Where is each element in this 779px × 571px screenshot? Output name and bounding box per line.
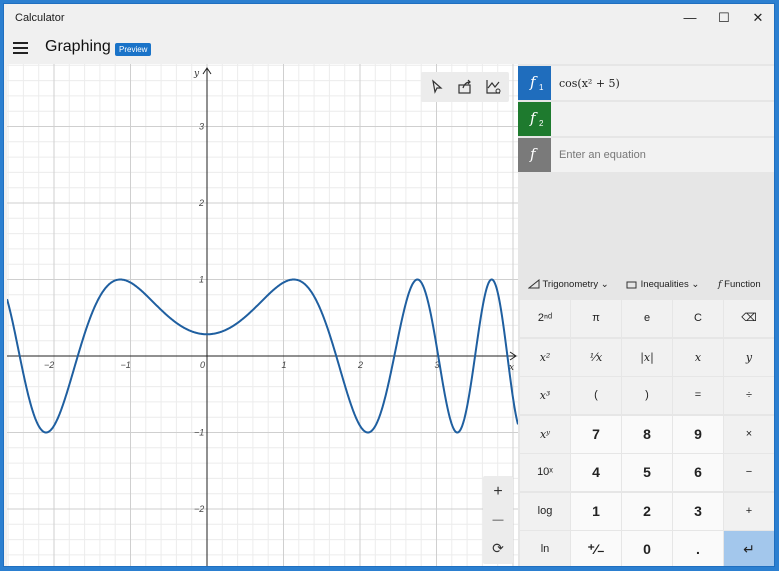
key-x[interactable]: x [673, 338, 723, 376]
key-equals[interactable]: = [673, 377, 723, 414]
key-second[interactable]: 2ⁿᵈ [520, 300, 570, 337]
key-2[interactable]: 2 [622, 492, 672, 530]
page-title: Graphing [45, 38, 111, 55]
select-pointer-icon[interactable] [425, 76, 449, 98]
equation-input[interactable]: Enter an equation [559, 149, 646, 161]
trigonometry-dropdown[interactable]: Trigonometry ⌄ [527, 279, 609, 290]
maximize-button[interactable]: ☐ [707, 4, 741, 32]
key-reciprocal[interactable]: ¹⁄x [571, 338, 621, 376]
function-index: 1 [539, 83, 544, 92]
dropdown-label: Function [724, 279, 761, 290]
function-dropdown[interactable]: f Function [718, 279, 761, 290]
equation-text[interactable]: cos(x² + 5) [559, 77, 620, 90]
key-open-paren[interactable]: ( [571, 377, 621, 414]
function-symbol: f [530, 145, 536, 163]
function-index: 2 [539, 119, 544, 128]
app-header: Graphing Preview [4, 32, 774, 64]
key-backspace[interactable]: ⌫ [724, 300, 774, 337]
key-ln[interactable]: ln [520, 531, 570, 566]
x-tick-label: −1 [121, 360, 131, 370]
key-y[interactable]: y [724, 338, 774, 376]
key-6[interactable]: 6 [673, 454, 723, 491]
function-color-chip[interactable]: f 2 [518, 102, 551, 136]
key-plus[interactable]: + [724, 492, 774, 530]
key-9[interactable]: 9 [673, 415, 723, 453]
zoom-in-button[interactable]: + [483, 478, 513, 506]
key-4[interactable]: 4 [571, 454, 621, 491]
dropdown-label: Inequalities [640, 279, 689, 290]
hamburger-menu-icon[interactable] [13, 42, 28, 54]
calculator-window: Calculator — ☐ ✕ Graphing Preview x y −2 −1… [3, 3, 775, 567]
inequality-icon [626, 281, 637, 289]
key-minus[interactable]: − [724, 454, 774, 491]
graph-options-icon[interactable] [481, 76, 505, 98]
x-tick-label: −2 [44, 360, 54, 370]
key-e[interactable]: e [622, 300, 672, 337]
y-tick-label: 3 [199, 122, 204, 132]
keypad: 2ⁿᵈ π e C ⌫ x² ¹⁄x |x| x y x³() = ÷ xʸ 7 8 9 × 10ˣ 4 5 6− log 1… [520, 300, 774, 566]
equation-panel: f 1 cos(x² + 5) f 2 f Enter an equation … [518, 64, 774, 566]
key-divide[interactable]: ÷ [724, 377, 774, 414]
equation-row-2[interactable]: f 2 [518, 102, 774, 136]
x-tick-label: 1 [282, 360, 287, 370]
y-tick-label: −1 [194, 428, 204, 438]
close-button[interactable]: ✕ [741, 4, 774, 32]
key-ten-power[interactable]: 10ˣ [520, 454, 570, 491]
x-tick-label: 2 [357, 360, 363, 370]
equation-row-new[interactable]: f Enter an equation [518, 138, 774, 172]
function-dropdown-bar: Trigonometry ⌄ Inequalities ⌄ f Function [518, 272, 774, 298]
key-8[interactable]: 8 [622, 415, 672, 453]
key-square[interactable]: x² [520, 338, 570, 376]
key-5[interactable]: 5 [622, 454, 672, 491]
minimize-button[interactable]: — [673, 4, 707, 32]
key-multiply[interactable]: × [724, 415, 774, 453]
key-3[interactable]: 3 [673, 492, 723, 530]
function-color-chip: f [518, 138, 551, 172]
key-cube[interactable]: x³ [520, 377, 570, 414]
window-title: Calculator [15, 12, 65, 24]
key-pi[interactable]: π [571, 300, 621, 337]
key-abs[interactable]: |x| [622, 338, 672, 376]
y-tick-label: 2 [198, 198, 204, 208]
key-log[interactable]: log [520, 492, 570, 530]
y-tick-label: −2 [194, 504, 204, 514]
inequalities-dropdown[interactable]: Inequalities ⌄ [626, 279, 699, 290]
title-bar: Calculator — ☐ ✕ [4, 4, 774, 32]
graph-area[interactable]: x y −2 −1 0 1 2 3 3 2 1 −1 −2 + — ⟳ [7, 64, 518, 567]
x-tick-label: 0 [200, 360, 205, 370]
key-enter[interactable]: ↵ [724, 531, 774, 566]
function-color-chip[interactable]: f 1 [518, 66, 551, 100]
function-icon: f [718, 279, 722, 290]
share-icon[interactable] [453, 76, 477, 98]
y-axis-label: y [193, 69, 200, 79]
dropdown-label: Trigonometry [542, 279, 599, 290]
y-tick-label: 1 [199, 275, 204, 285]
graph-canvas[interactable]: xy−2 −1 0 1 2 3321−1−2 [7, 64, 518, 567]
key-power[interactable]: xʸ [520, 415, 570, 453]
key-7[interactable]: 7 [571, 415, 621, 453]
key-close-paren[interactable]: ) [622, 377, 672, 414]
function-symbol: f [530, 109, 536, 127]
key-0[interactable]: 0 [622, 531, 672, 566]
triangle-icon [527, 279, 540, 289]
chevron-down-icon: ⌄ [600, 279, 609, 290]
zoom-controls: + — ⟳ [483, 476, 513, 564]
key-clear[interactable]: C [673, 300, 723, 337]
key-1[interactable]: 1 [571, 492, 621, 530]
chevron-down-icon: ⌄ [691, 279, 700, 290]
zoom-out-button[interactable]: — [483, 506, 513, 534]
graph-toolbar [421, 72, 509, 102]
equation-row-1[interactable]: f 1 cos(x² + 5) [518, 66, 774, 100]
function-symbol: f [530, 73, 536, 91]
preview-badge: Preview [115, 43, 152, 56]
key-negate[interactable]: ⁺⁄₋ [571, 531, 621, 566]
reset-view-button[interactable]: ⟳ [483, 534, 513, 562]
key-decimal[interactable]: . [673, 531, 723, 566]
